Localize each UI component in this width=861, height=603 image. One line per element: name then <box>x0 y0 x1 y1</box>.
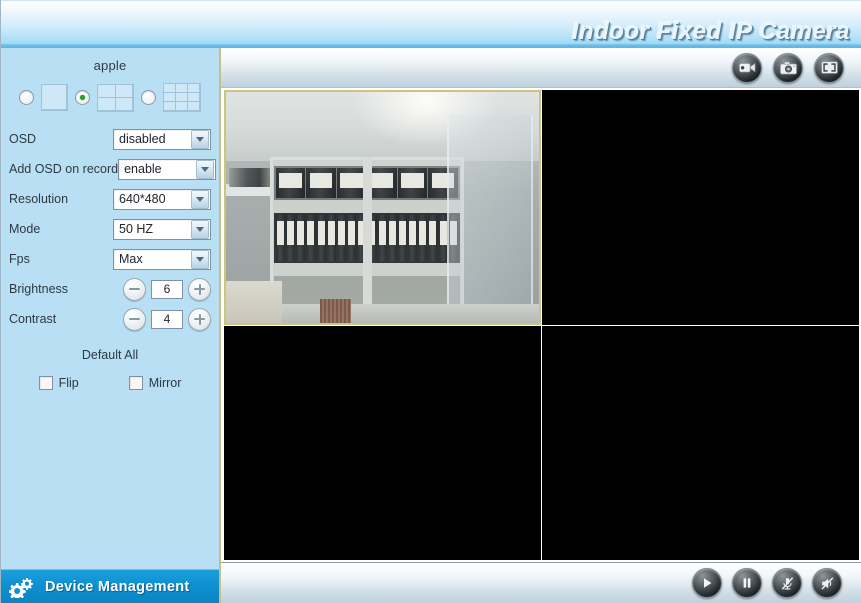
brightness-increase-button[interactable] <box>188 277 211 301</box>
flip-label: Flip <box>58 376 79 390</box>
flip-checkbox[interactable]: Flip <box>38 376 79 390</box>
fps-select[interactable]: Max <box>113 248 211 270</box>
play-button[interactable] <box>692 568 722 598</box>
app-body: apple OSD disabled Add OSD on record ena… <box>1 48 861 603</box>
fps-value: Max <box>119 252 143 266</box>
contrast-increase-button[interactable] <box>188 307 211 331</box>
speaker-muted-button[interactable] <box>812 568 842 598</box>
snapshot-button[interactable] <box>773 52 803 83</box>
pause-button[interactable] <box>732 568 762 598</box>
brightness-value[interactable]: 6 <box>151 279 183 299</box>
camera-app-window: Indoor Fixed IP Camera apple OSD disable… <box>0 0 861 603</box>
setting-row-mode: Mode 50 HZ <box>1 214 219 244</box>
layout-radio-nine[interactable] <box>141 90 156 105</box>
flip-mirror-row: Flip Mirror <box>1 368 219 390</box>
chevron-down-icon <box>191 219 209 239</box>
setting-row-contrast: Contrast 4 <box>1 304 219 334</box>
resolution-select[interactable]: 640*480 <box>113 188 211 210</box>
chevron-down-icon <box>196 159 215 179</box>
osd-select[interactable]: disabled <box>113 128 211 150</box>
fps-label: Fps <box>9 252 30 266</box>
mirror-label: Mirror <box>148 376 182 390</box>
mirror-checkbox[interactable]: Mirror <box>128 376 182 390</box>
layout-icon-1x1[interactable] <box>41 84 68 111</box>
microphone-muted-button[interactable] <box>772 568 802 598</box>
mode-select[interactable]: 50 HZ <box>113 218 211 240</box>
mode-value: 50 HZ <box>119 222 154 236</box>
page-title: Indoor Fixed IP Camera <box>571 18 850 45</box>
setting-row-resolution: Resolution 640*480 <box>1 184 219 214</box>
video-toolbar-bottom <box>221 562 861 603</box>
setting-row-add-osd-on-record: Add OSD on record enable <box>1 154 219 184</box>
brightness-stepper: 6 <box>123 277 211 301</box>
contrast-stepper: 4 <box>123 307 211 331</box>
layout-icon-3x3[interactable] <box>163 83 201 112</box>
app-header: Indoor Fixed IP Camera <box>1 0 861 48</box>
brightness-decrease-button[interactable] <box>123 277 146 301</box>
brightness-label: Brightness <box>9 282 69 296</box>
record-video-button[interactable] <box>732 52 762 83</box>
layout-selector <box>1 81 219 124</box>
layout-radio-single[interactable] <box>19 90 34 105</box>
chevron-down-icon <box>191 189 209 209</box>
osd-label: OSD <box>9 132 37 146</box>
default-all-button[interactable]: Default All <box>1 334 219 368</box>
device-management-label: Device Management <box>45 578 190 595</box>
device-management-button[interactable]: Device Management <box>1 569 219 603</box>
flip-checkbox-box <box>38 376 53 390</box>
add-osd-on-record-value: enable <box>124 162 162 176</box>
resolution-label: Resolution <box>9 192 69 206</box>
camera-stream-1 <box>226 92 539 323</box>
layout-icon-2x2[interactable] <box>97 83 134 112</box>
setting-row-osd: OSD disabled <box>1 124 219 154</box>
add-osd-on-record-label: Add OSD on record <box>9 162 119 176</box>
fullscreen-button[interactable] <box>814 52 844 83</box>
layout-radio-quad[interactable] <box>75 90 90 105</box>
video-pane-3[interactable] <box>224 325 541 560</box>
mirror-checkbox-box <box>128 376 143 390</box>
mode-label: Mode <box>9 222 41 236</box>
resolution-value: 640*480 <box>119 192 166 206</box>
contrast-value[interactable]: 4 <box>151 309 183 329</box>
sidebar-content: apple OSD disabled Add OSD on record ena… <box>1 48 219 569</box>
contrast-decrease-button[interactable] <box>123 307 146 331</box>
video-panel <box>221 48 861 603</box>
video-grid <box>224 90 859 560</box>
video-grid-container <box>221 88 861 562</box>
video-toolbar-top <box>221 48 861 88</box>
settings-sidebar: apple OSD disabled Add OSD on record ena… <box>1 48 221 603</box>
contrast-label: Contrast <box>9 312 57 326</box>
video-pane-1[interactable] <box>224 90 541 325</box>
device-name-label: apple <box>93 58 127 73</box>
chevron-down-icon <box>191 129 209 149</box>
osd-value: disabled <box>119 132 166 146</box>
chevron-down-icon <box>191 249 209 269</box>
setting-row-brightness: Brightness 6 <box>1 274 219 304</box>
setting-row-fps: Fps Max <box>1 244 219 274</box>
add-osd-on-record-select[interactable]: enable <box>118 158 217 180</box>
gears-icon <box>8 576 35 600</box>
video-pane-4[interactable] <box>542 325 859 560</box>
video-pane-2[interactable] <box>542 90 859 325</box>
